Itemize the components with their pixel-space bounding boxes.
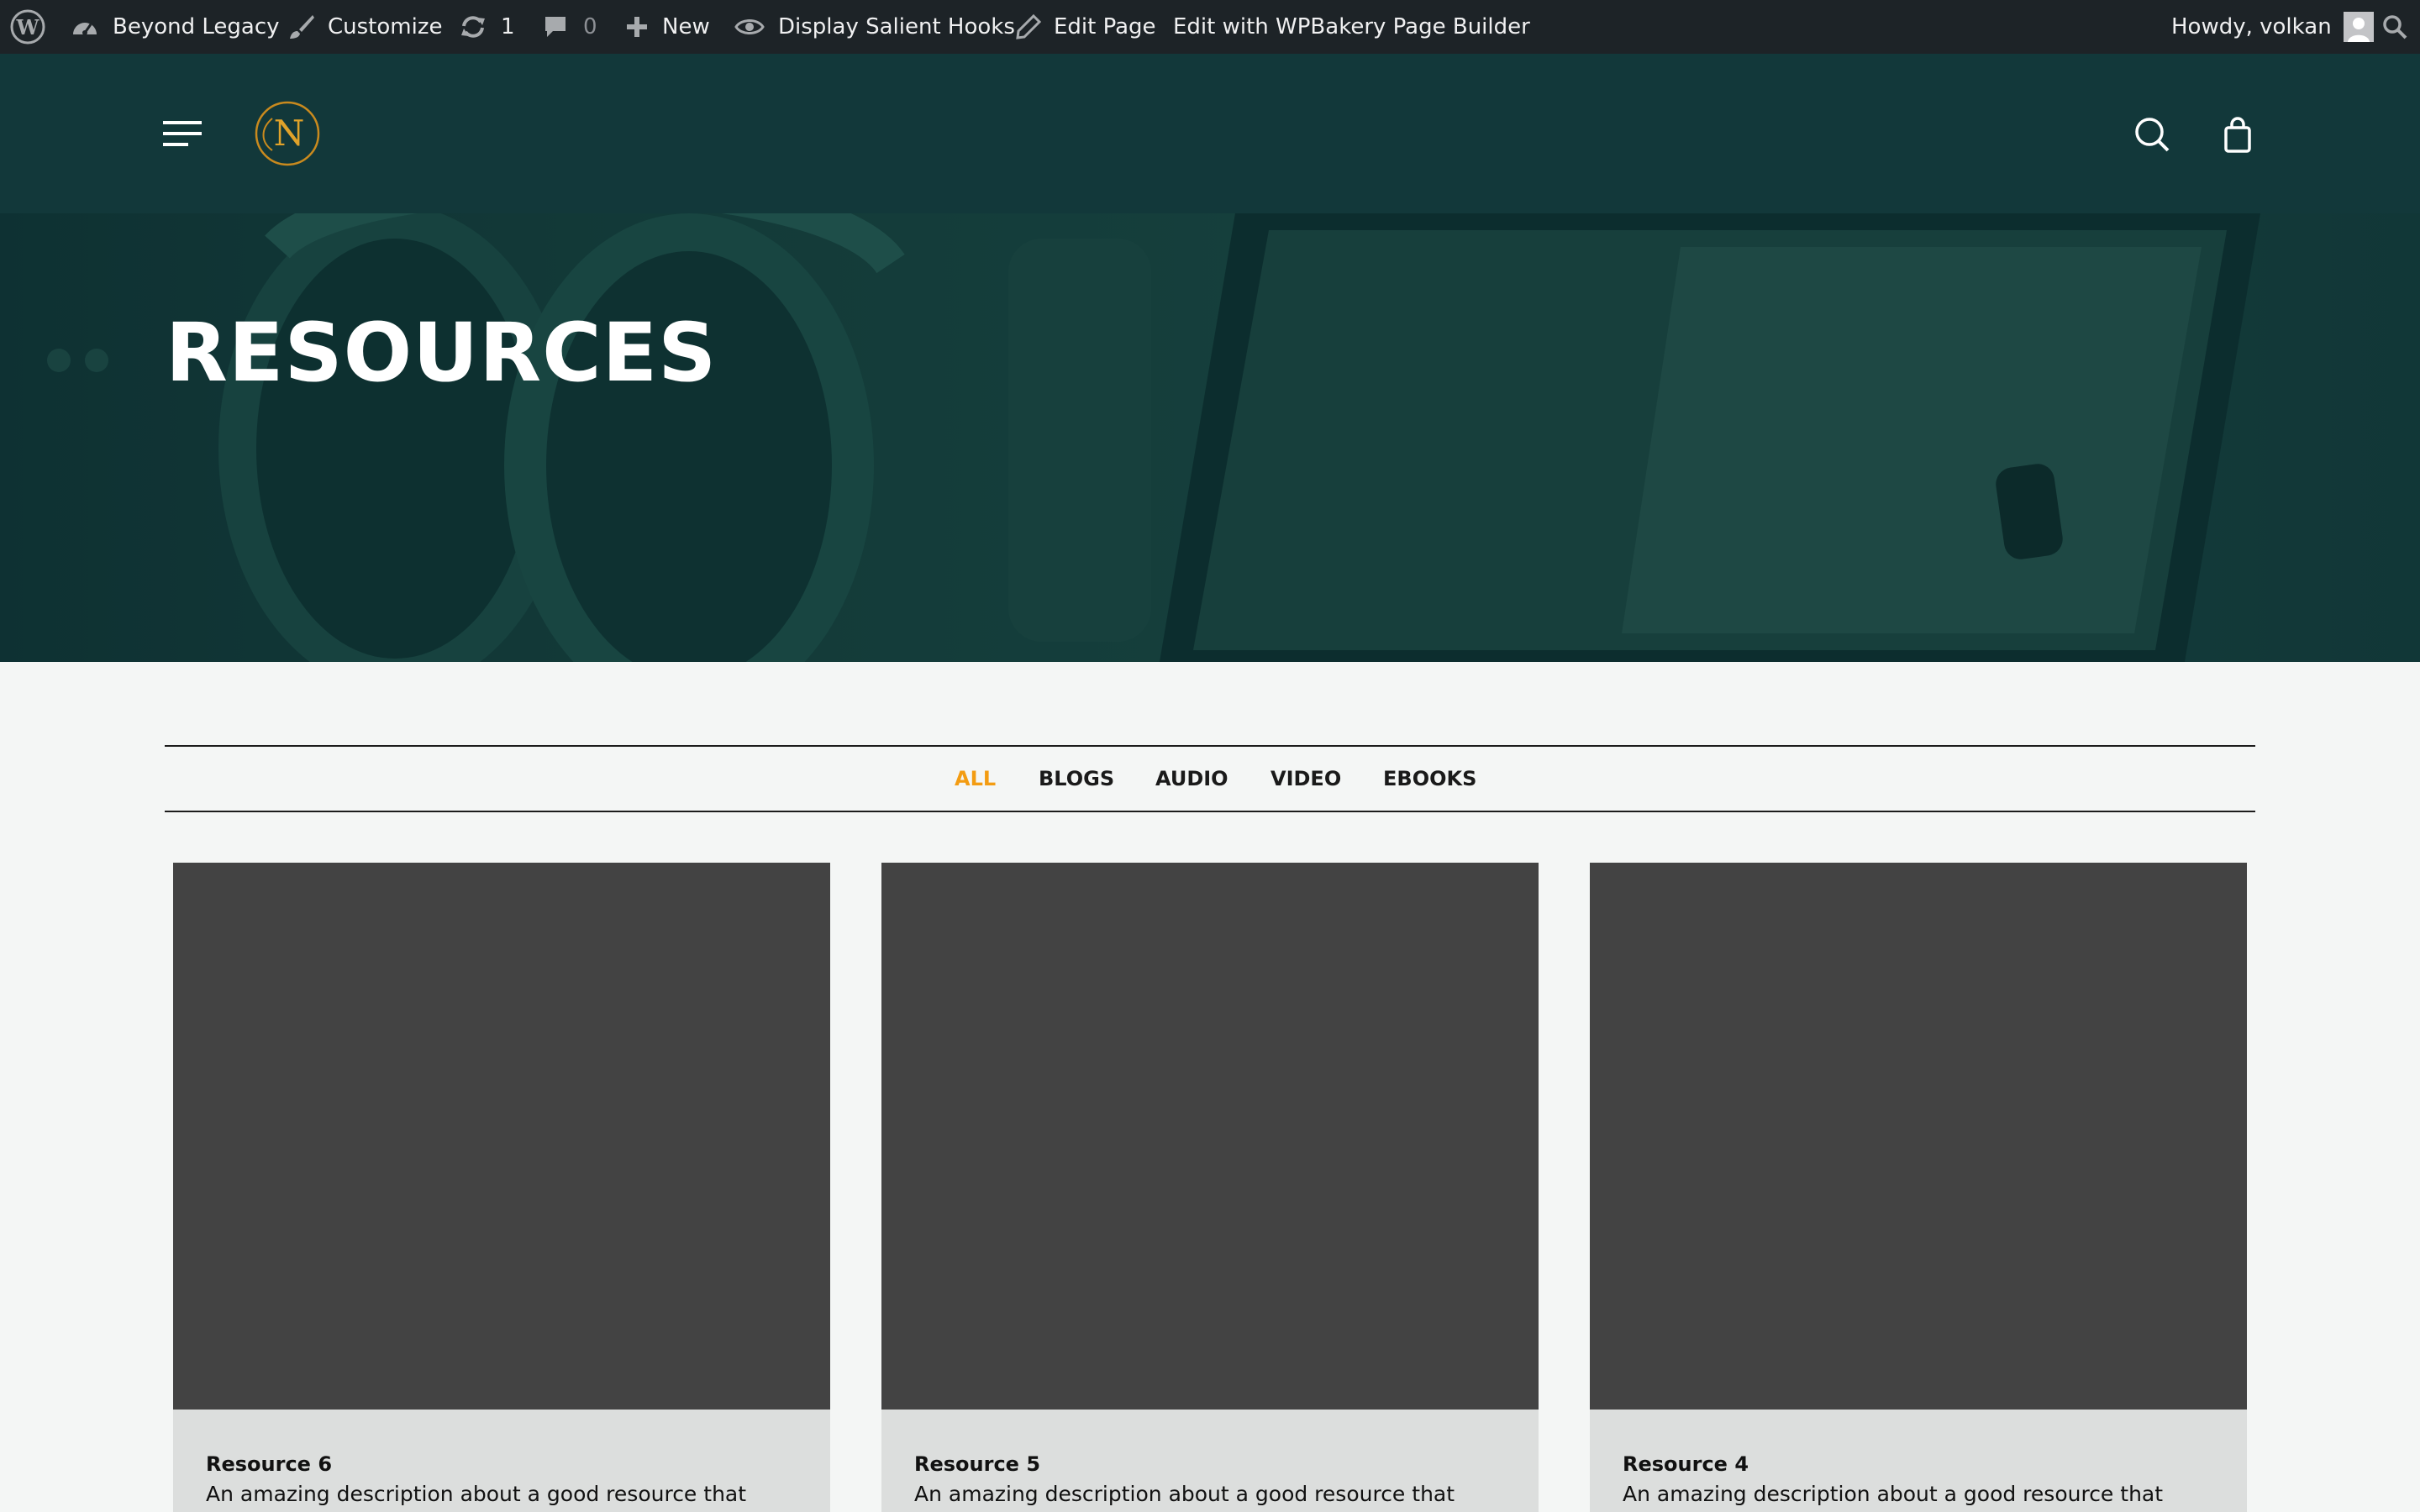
filter-blogs[interactable]: BLOGS	[1039, 747, 1114, 811]
hero-background-image	[0, 213, 2420, 662]
plus-icon	[625, 15, 649, 39]
customize-link[interactable]: Customize	[287, 0, 442, 54]
hero-banner: RESOURCES	[0, 213, 2420, 662]
resource-card[interactable]: Resource 6 An amazing description about …	[173, 863, 830, 1512]
edit-page-label: Edit Page	[1054, 14, 1156, 39]
new-label: New	[662, 14, 710, 39]
resource-card[interactable]: Resource 4 An amazing description about …	[1590, 863, 2247, 1512]
site-name-menu[interactable]: Beyond Legacy	[71, 0, 280, 54]
resource-filter-bar: ALL BLOGS AUDIO VIDEO EBOOKS	[165, 745, 2255, 812]
svg-text:W: W	[16, 15, 40, 39]
filter-all[interactable]: ALL	[955, 747, 996, 811]
avatar	[2343, 12, 2374, 42]
card-title[interactable]: Resource 6	[206, 1452, 332, 1476]
updates-icon	[459, 14, 487, 39]
customize-label: Customize	[328, 14, 443, 39]
card-description: An amazing description about a good reso…	[206, 1482, 747, 1506]
edit-wpbakery-link[interactable]: Edit with WPBakery Page Builder	[1173, 0, 1530, 54]
site-name-label: Beyond Legacy	[113, 14, 280, 39]
card-description: An amazing description about a good reso…	[914, 1482, 1455, 1506]
card-description: An amazing description about a good reso…	[1623, 1482, 2164, 1506]
site-header: N	[0, 54, 2420, 213]
updates-link[interactable]: 1	[459, 0, 515, 54]
account-menu[interactable]: Howdy, volkan	[2171, 0, 2374, 54]
admin-search-icon[interactable]	[2381, 0, 2408, 54]
edit-page-link[interactable]: Edit Page	[1015, 0, 1156, 54]
brush-icon	[287, 13, 316, 41]
page-title: RESOURCES	[166, 306, 718, 400]
wp-admin-bar: W Beyond Legacy Customize 1 0 New Displa…	[0, 0, 2420, 54]
dashboard-icon	[71, 14, 99, 39]
search-icon[interactable]	[2132, 114, 2172, 155]
card-image-placeholder[interactable]	[1590, 863, 2247, 1410]
card-title[interactable]: Resource 4	[1623, 1452, 1749, 1476]
resource-card[interactable]: Resource 5 An amazing description about …	[881, 863, 1539, 1512]
card-image-placeholder[interactable]	[881, 863, 1539, 1410]
card-image-placeholder[interactable]	[173, 863, 830, 1410]
display-hooks-link[interactable]: Display Salient Hooks	[734, 0, 1015, 54]
comment-icon	[543, 14, 568, 39]
filter-ebooks[interactable]: EBOOKS	[1383, 747, 1476, 811]
comments-count: 0	[583, 14, 597, 39]
edit-wpbakery-label: Edit with WPBakery Page Builder	[1173, 14, 1530, 39]
filter-audio[interactable]: AUDIO	[1155, 747, 1228, 811]
cart-icon[interactable]	[2223, 114, 2252, 155]
site-logo[interactable]: N	[254, 100, 321, 167]
pencil-icon	[1015, 13, 1042, 40]
logo-letter: N	[274, 113, 305, 154]
wordpress-logo-icon[interactable]: W	[10, 0, 45, 54]
card-title[interactable]: Resource 5	[914, 1452, 1040, 1476]
eye-icon	[734, 16, 765, 38]
menu-icon[interactable]	[163, 118, 202, 150]
filter-video[interactable]: VIDEO	[1270, 747, 1341, 811]
new-content-link[interactable]: New	[625, 0, 710, 54]
comments-link[interactable]: 0	[543, 0, 597, 54]
howdy-label: Howdy, volkan	[2171, 14, 2332, 39]
display-hooks-label: Display Salient Hooks	[778, 14, 1015, 39]
updates-count: 1	[501, 14, 515, 39]
